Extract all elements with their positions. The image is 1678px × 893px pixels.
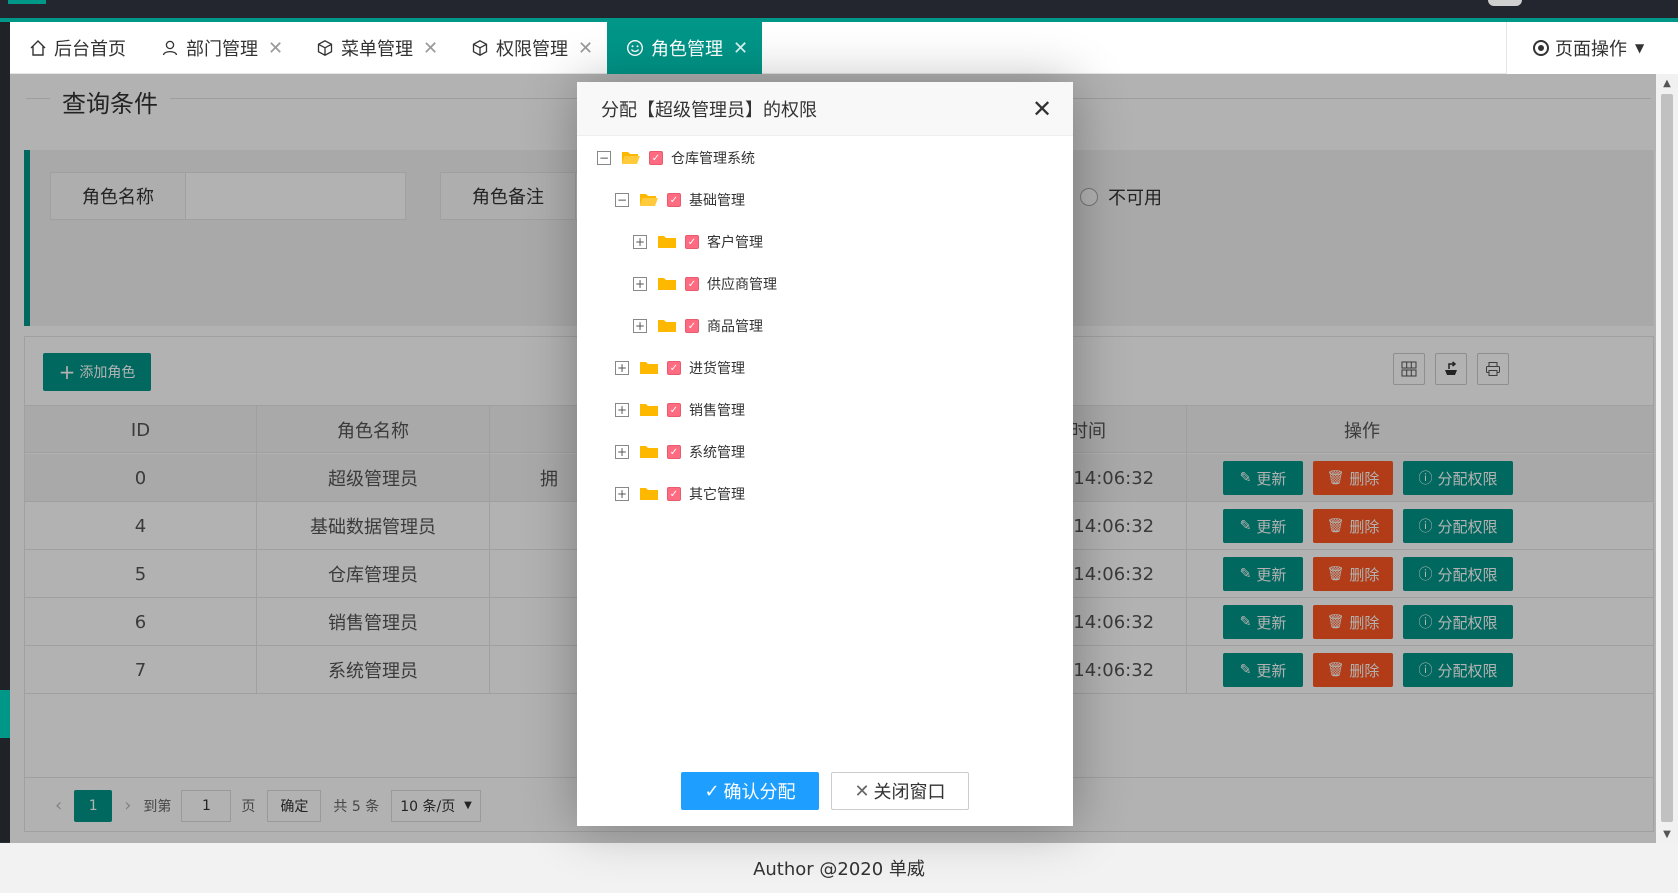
target-icon xyxy=(1533,40,1549,56)
tree-node[interactable]: + ✓ 销售管理 xyxy=(615,398,745,422)
vertical-scrollbar[interactable]: ▲ ▼ xyxy=(1656,74,1678,843)
check-icon: ✓ xyxy=(704,780,720,802)
folder-icon xyxy=(640,404,658,416)
folder-icon xyxy=(658,320,676,332)
tree-node[interactable]: + ✓ 进货管理 xyxy=(615,356,745,380)
tab-label: 角色管理 xyxy=(651,39,723,60)
home-icon xyxy=(28,38,48,58)
tab-department[interactable]: 部门管理 ✕ xyxy=(142,22,297,74)
tree-node-label: 其它管理 xyxy=(689,487,745,503)
tree-node-label: 供应商管理 xyxy=(707,277,777,293)
folder-icon xyxy=(640,488,658,500)
close-icon[interactable]: ✕ xyxy=(423,38,438,59)
tree-node-label: 进货管理 xyxy=(689,361,745,377)
logo-accent xyxy=(8,0,46,4)
close-icon[interactable]: ✕ xyxy=(268,38,283,59)
expand-icon[interactable]: + xyxy=(633,319,647,333)
tree-node[interactable]: + ✓ 供应商管理 xyxy=(633,272,777,296)
close-window-label: 关闭窗口 xyxy=(873,782,946,803)
collapse-icon[interactable]: − xyxy=(597,151,611,165)
checkbox-checked[interactable]: ✓ xyxy=(685,319,699,333)
confirm-assign-label: 确认分配 xyxy=(723,782,796,803)
scroll-thumb[interactable] xyxy=(1661,94,1673,822)
close-window-button[interactable]: ✕ 关闭窗口 xyxy=(831,772,969,810)
checkbox-checked[interactable]: ✓ xyxy=(685,235,699,249)
cube-icon xyxy=(315,38,335,58)
user-icon xyxy=(160,38,180,58)
expand-icon[interactable]: + xyxy=(615,445,629,459)
avatar[interactable] xyxy=(1488,0,1522,6)
close-icon[interactable]: ✕ xyxy=(578,38,593,59)
tab-bar: 后台首页 部门管理 ✕ 菜单管理 ✕ 权限管理 ✕ 角色管理 ✕ 页面操作 ▼ xyxy=(10,22,1678,74)
tab-role[interactable]: 角色管理 ✕ xyxy=(607,22,762,74)
folder-open-icon xyxy=(622,152,640,164)
close-icon[interactable]: ✕ xyxy=(733,38,748,59)
expand-icon[interactable]: + xyxy=(615,361,629,375)
folder-icon xyxy=(640,446,658,458)
assign-permission-dialog: 分配【超级管理员】的权限 ✕ − ✓ 仓库管理系统 − ✓ 基础管理 + ✓ 客… xyxy=(577,82,1073,826)
checkbox-checked[interactable]: ✓ xyxy=(667,445,681,459)
expand-icon[interactable]: + xyxy=(633,235,647,249)
tab-permission[interactable]: 权限管理 ✕ xyxy=(452,22,607,74)
tree-node[interactable]: + ✓ 客户管理 xyxy=(633,230,763,254)
scroll-up-icon[interactable]: ▲ xyxy=(1656,74,1678,92)
caret-down-icon: ▼ xyxy=(1635,41,1645,55)
close-icon: ✕ xyxy=(854,780,870,802)
tree-node[interactable]: + ✓ 系统管理 xyxy=(615,440,745,464)
checkbox-checked[interactable]: ✓ xyxy=(667,193,681,207)
page-operations-label: 页面操作 xyxy=(1555,39,1627,60)
tab-label: 菜单管理 xyxy=(341,39,413,60)
tab-label: 权限管理 xyxy=(496,39,568,60)
tree-node[interactable]: − ✓ 基础管理 xyxy=(615,188,745,212)
folder-open-icon xyxy=(640,194,658,206)
expand-icon[interactable]: + xyxy=(633,277,647,291)
tree-node-label: 基础管理 xyxy=(689,193,745,209)
tree-node[interactable]: + ✓ 其它管理 xyxy=(615,482,745,506)
tree-node[interactable]: + ✓ 商品管理 xyxy=(633,314,763,338)
checkbox-checked[interactable]: ✓ xyxy=(667,487,681,501)
expand-icon[interactable]: + xyxy=(615,403,629,417)
tab-label: 部门管理 xyxy=(186,39,258,60)
side-nav-active-mark xyxy=(0,690,10,738)
checkbox-checked[interactable]: ✓ xyxy=(685,277,699,291)
side-nav-edge xyxy=(0,22,10,842)
smile-icon xyxy=(625,38,645,58)
tab-home[interactable]: 后台首页 xyxy=(10,22,142,74)
tree-node-label: 仓库管理系统 xyxy=(671,151,755,167)
folder-icon xyxy=(640,362,658,374)
tree-node-label: 销售管理 xyxy=(689,403,745,419)
scroll-down-icon[interactable]: ▼ xyxy=(1656,825,1678,843)
collapse-icon[interactable]: − xyxy=(615,193,629,207)
confirm-assign-button[interactable]: ✓ 确认分配 xyxy=(681,772,819,810)
tab-menu[interactable]: 菜单管理 ✕ xyxy=(297,22,452,74)
tree-node-label: 商品管理 xyxy=(707,319,763,335)
folder-icon xyxy=(658,278,676,290)
tree-node-label: 系统管理 xyxy=(689,445,745,461)
folder-icon xyxy=(658,236,676,248)
tree-node[interactable]: − ✓ 仓库管理系统 xyxy=(597,146,755,170)
tree-node-label: 客户管理 xyxy=(707,235,763,251)
page-operations-menu[interactable]: 页面操作 ▼ xyxy=(1506,22,1678,74)
top-header xyxy=(0,0,1678,18)
expand-icon[interactable]: + xyxy=(615,487,629,501)
footer: Author @2020 单威 xyxy=(0,843,1678,893)
checkbox-checked[interactable]: ✓ xyxy=(649,151,663,165)
cube-icon xyxy=(470,38,490,58)
tab-label: 后台首页 xyxy=(54,39,126,60)
checkbox-checked[interactable]: ✓ xyxy=(667,403,681,417)
dialog-title: 分配【超级管理员】的权限 xyxy=(577,82,1073,136)
checkbox-checked[interactable]: ✓ xyxy=(667,361,681,375)
dialog-actions: ✓ 确认分配 ✕ 关闭窗口 xyxy=(577,772,1073,812)
close-icon[interactable]: ✕ xyxy=(1031,97,1053,121)
